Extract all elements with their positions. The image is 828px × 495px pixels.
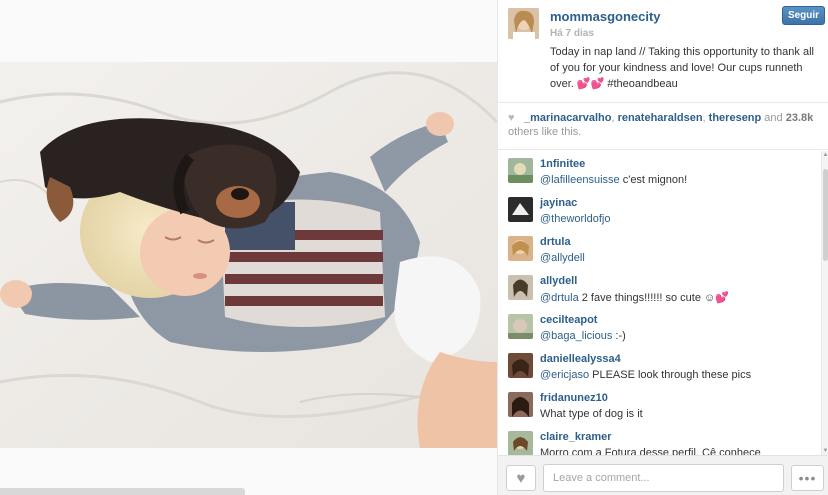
list-item: daniellealyssa4 @ericjaso PLEASE look th… [498, 346, 818, 385]
photo-image [0, 62, 497, 448]
comment-body: PLEASE look through these pics [589, 369, 752, 381]
comment-text: What type of dog is it [540, 408, 643, 420]
post-info-pane: mommasgonecity Há 7 dias Today in nap la… [497, 0, 828, 495]
avatar-image [508, 275, 533, 300]
comments-scrollbar[interactable]: ▲ ▼ [821, 151, 828, 455]
heart-icon: ♥ [516, 469, 526, 487]
comment-text: @drtula 2 fave things!!!!!! so cute ☺💕 [540, 291, 729, 304]
comment-mention[interactable]: @allydell [540, 252, 585, 264]
comment-username[interactable]: fridanunez10 [540, 392, 608, 404]
post-caption: Today in nap land // Taking this opportu… [550, 46, 814, 90]
comment-mention[interactable]: @lafilleensuisse [540, 174, 620, 186]
likes-summary: ♥ _marinacarvalho, renateharaldsen, there… [498, 104, 828, 150]
heart-icon: ♥ [508, 112, 515, 124]
photo-pane [0, 0, 497, 495]
scroll-down-icon[interactable]: ▼ [822, 447, 828, 455]
scrollbar-thumb[interactable] [823, 169, 828, 261]
avatar[interactable] [508, 392, 533, 417]
scroll-up-icon[interactable]: ▲ [822, 151, 828, 159]
comment-username[interactable]: drtula [540, 236, 571, 248]
list-item: claire_kramer Morro com a Fotura desse p… [498, 424, 818, 455]
liker-link[interactable]: theresenp [709, 112, 762, 124]
comment-text: @theworldofjo [540, 213, 610, 225]
avatar[interactable] [508, 8, 539, 39]
comment-username[interactable]: allydell [540, 275, 577, 287]
comment-body: 2 fave things!!!!!! so cute ☺💕 [578, 292, 729, 304]
avatar-image [508, 353, 533, 378]
post-photo[interactable] [0, 62, 497, 448]
comments-list[interactable]: 1nfinitee @lafilleensuisse c'est mignon!… [498, 151, 828, 455]
post-username[interactable]: mommasgonecity [550, 9, 661, 24]
list-item: 1nfinitee @lafilleensuisse c'est mignon! [498, 151, 818, 190]
post-timestamp: Há 7 dias [550, 28, 594, 39]
likes-suffix: others like this. [508, 126, 582, 138]
comment-text: @ericjaso PLEASE look through these pics [540, 369, 751, 381]
post-header: mommasgonecity Há 7 dias Today in nap la… [498, 0, 828, 103]
avatar-image [508, 158, 533, 183]
avatar[interactable] [508, 275, 533, 300]
comment-mention[interactable]: @ericjaso [540, 369, 589, 381]
comment-body: :-) [612, 330, 626, 342]
list-item: allydell @drtula 2 fave things!!!!!! so … [498, 268, 818, 307]
comment-username[interactable]: 1nfinitee [540, 158, 585, 170]
avatar[interactable] [508, 314, 533, 339]
comment-text: @lafilleensuisse c'est mignon! [540, 174, 687, 186]
avatar[interactable] [508, 158, 533, 183]
like-button[interactable]: ♥ [506, 465, 536, 491]
avatar-image [508, 392, 533, 417]
comment-text: @allydell [540, 252, 585, 264]
ellipsis-icon: ••• [798, 470, 817, 486]
more-options-button[interactable]: ••• [791, 465, 824, 491]
avatar[interactable] [508, 431, 533, 455]
comment-body: Morro com a Fotura desse perfil. Cê conh… [540, 447, 761, 455]
list-item: jayinac @theworldofjo [498, 190, 818, 229]
comment-text: @baga_licious :-) [540, 330, 626, 342]
comment-username[interactable]: cecilteapot [540, 314, 597, 326]
follow-button[interactable]: Seguir [782, 6, 825, 25]
comment-mention[interactable]: @drtula [540, 292, 579, 304]
avatar-image [508, 236, 533, 261]
comment-mention[interactable]: @theworldofjo [540, 213, 610, 225]
avatar-image [508, 314, 533, 339]
liker-link[interactable]: renateharaldsen [618, 112, 703, 124]
comment-body: What type of dog is it [540, 408, 643, 420]
comment-mention[interactable]: @baga_licious [540, 330, 612, 342]
list-item: drtula @allydell [498, 229, 818, 268]
comment-body: c'est mignon! [619, 174, 688, 186]
comment-username[interactable]: claire_kramer [540, 431, 612, 443]
avatar-image [508, 197, 533, 222]
list-item: cecilteapot @baga_licious :-) [498, 307, 818, 346]
liker-link[interactable]: _marinacarvalho [524, 112, 611, 124]
list-item: fridanunez10 What type of dog is it [498, 385, 818, 424]
comment-input[interactable] [543, 464, 784, 492]
avatar[interactable] [508, 236, 533, 261]
comment-username[interactable]: daniellealyssa4 [540, 353, 621, 365]
comment-footer: ♥ ••• [498, 455, 828, 495]
likes-and-text: and [761, 112, 786, 124]
comment-username[interactable]: jayinac [540, 197, 577, 209]
likes-count[interactable]: 23.8k [786, 112, 814, 124]
avatar-image [508, 8, 539, 39]
avatar[interactable] [508, 197, 533, 222]
horizontal-scrollbar[interactable] [0, 488, 245, 495]
comment-text: Morro com a Fotura desse perfil. Cê conh… [540, 447, 761, 455]
avatar-image [508, 431, 533, 455]
avatar[interactable] [508, 353, 533, 378]
